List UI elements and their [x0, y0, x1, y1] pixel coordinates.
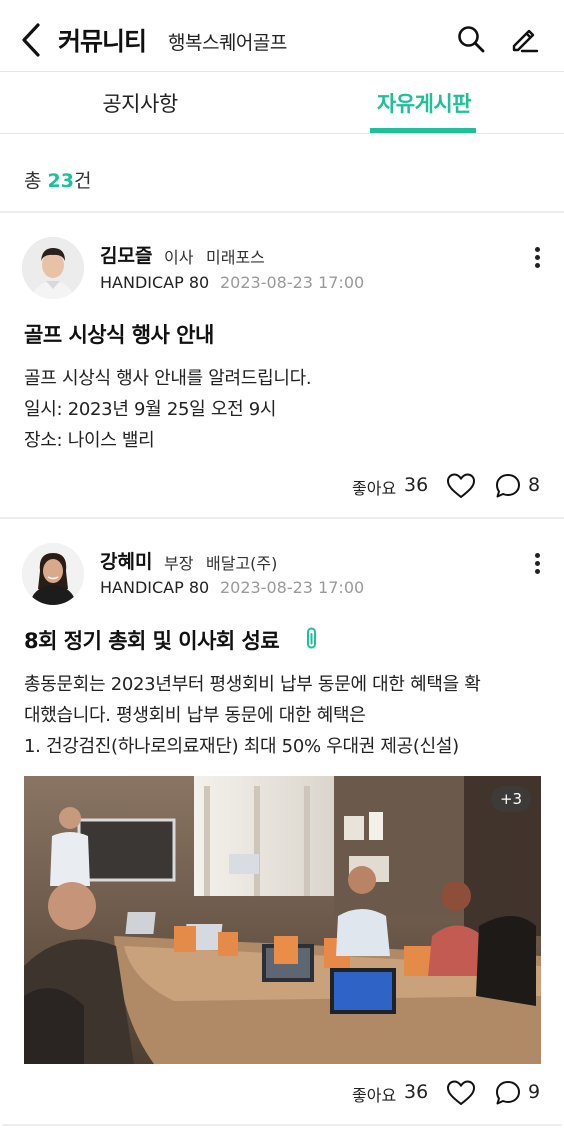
more-dot-icon	[535, 561, 540, 566]
post-card[interactable]: 김모즐 이사 미래포스 HANDICAP 80 2023-08-23 17:00…	[0, 213, 564, 517]
page-title: 커뮤니티	[58, 27, 147, 56]
more-dot-icon	[535, 569, 540, 574]
meeting-photo	[24, 776, 541, 1064]
post-body: 총동문회는 2023년부터 평생회비 납부 동문에 대한 혜택을 확 대했습니다…	[24, 669, 544, 762]
post-body-line: 일시: 2023년 9월 25일 오전 9시	[24, 399, 277, 420]
author-position: 이사	[164, 248, 194, 267]
more-dot-icon	[535, 263, 540, 268]
search-button[interactable]	[456, 24, 486, 54]
post-card[interactable]: 강혜미 부장 배달고(주) HANDICAP 80 2023-08-23 17:…	[0, 519, 564, 1124]
paperclip-icon	[307, 627, 316, 649]
count-value: 23	[47, 170, 74, 192]
post-body-line: 대했습니다. 평생회비 납부 동문에 대한 혜택은	[24, 705, 366, 726]
app-screen: 커뮤니티 행복스퀘어골프 공지사항 자유게시판 총 23건 김모즐 이사 미래포…	[0, 0, 564, 1142]
like-button[interactable]	[446, 1079, 476, 1107]
tab-free-board[interactable]: 자유게시판	[344, 72, 504, 134]
post-count: 총 23건	[24, 166, 91, 193]
author-company: 미래포스	[206, 248, 265, 267]
write-post-button[interactable]	[508, 22, 540, 54]
back-button[interactable]	[16, 20, 48, 60]
post-body-line: 골프 시상식 행사 안내를 알려드립니다.	[24, 368, 312, 389]
post-date: 2023-08-23 17:00	[220, 273, 365, 292]
post-title[interactable]: 골프 시상식 행사 안내	[24, 319, 214, 349]
count-suffix: 건	[73, 170, 92, 192]
author-name[interactable]: 김모즐	[100, 241, 152, 268]
comment-button[interactable]	[494, 1079, 522, 1107]
like-button[interactable]	[446, 472, 476, 500]
post-date: 2023-08-23 17:00	[220, 578, 365, 597]
handicap: HANDICAP 80	[100, 578, 210, 597]
search-icon	[458, 26, 485, 53]
post-body-line: 장소: 나이스 밸리	[24, 430, 155, 451]
author-name[interactable]: 강혜미	[100, 547, 152, 574]
more-dot-icon	[535, 553, 540, 558]
avatar[interactable]	[22, 237, 84, 299]
likes-label: 좋아요	[352, 479, 397, 498]
likes-count: 36	[404, 1081, 429, 1103]
comment-count: 8	[528, 474, 541, 496]
more-dot-icon	[535, 255, 540, 260]
heart-icon	[446, 473, 476, 499]
comment-count: 9	[528, 1081, 541, 1103]
top-app-bar: 커뮤니티 행복스퀘어골프	[0, 0, 564, 72]
post-body: 골프 시상식 행사 안내를 알려드립니다. 일시: 2023년 9월 25일 오…	[24, 363, 544, 456]
comment-icon	[496, 1081, 520, 1105]
tab-notice[interactable]: 공지사항	[60, 72, 220, 134]
likes-count: 36	[404, 474, 429, 496]
post-image[interactable]: +3	[24, 776, 541, 1064]
chevron-left-icon	[22, 23, 40, 57]
likes-label: 좋아요	[352, 1086, 397, 1105]
author-position: 부장	[164, 554, 194, 573]
post-body-line: 총동문회는 2023년부터 평생회비 납부 동문에 대한 혜택을 확	[24, 674, 481, 695]
more-options-button[interactable]	[528, 243, 548, 273]
comment-button[interactable]	[494, 472, 522, 500]
handicap: HANDICAP 80	[100, 273, 210, 292]
divider	[0, 1124, 564, 1126]
comment-icon	[496, 474, 520, 498]
author-company: 배달고(주)	[206, 554, 278, 573]
post-title[interactable]: 8회 정기 총회 및 이사회 성료	[24, 625, 280, 655]
more-images-badge[interactable]: +3	[491, 786, 531, 812]
board-tabs: 공지사항 자유게시판	[0, 72, 564, 134]
pencil-icon	[512, 29, 539, 53]
active-tab-indicator	[370, 128, 476, 133]
heart-icon	[446, 1080, 476, 1106]
post-body-line: 1. 건강검진(하나로의료재단) 최대 50% 우대권 제공(신설)	[24, 736, 459, 757]
avatar[interactable]	[22, 543, 84, 605]
count-prefix: 총	[24, 170, 48, 192]
more-options-button[interactable]	[528, 549, 548, 579]
more-dot-icon	[535, 247, 540, 252]
club-name: 행복스퀘어골프	[168, 32, 287, 54]
